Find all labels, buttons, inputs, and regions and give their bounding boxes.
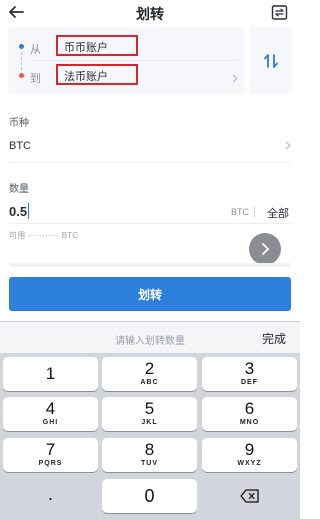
key-digit: 3: [244, 359, 255, 378]
key-digit: 2: [144, 359, 155, 378]
key-digit: 9: [244, 440, 255, 459]
key-3[interactable]: 3 DEF: [202, 357, 297, 391]
transfer-submit-button[interactable]: 划转: [9, 277, 291, 311]
amount-value: 0.5: [9, 204, 28, 219]
key-letters: TUV: [141, 460, 158, 467]
key-2[interactable]: 2 ABC: [102, 357, 197, 391]
unit-divider: [254, 206, 255, 218]
swap-arrows-icon: [264, 53, 278, 68]
key-0[interactable]: 0: [102, 479, 197, 513]
backspace-icon: [239, 489, 259, 503]
numeric-keyboard: 请输入划转数量 完成 1 2 ABC 3 DEF 4 GHI 5 JKL 6 M…: [0, 321, 300, 519]
swap-button[interactable]: [250, 27, 292, 94]
key-9[interactable]: 9 WXYZ: [202, 438, 297, 472]
from-account[interactable]: 币币账户: [56, 35, 138, 56]
key-letters: GHI: [42, 419, 59, 426]
route-connector: [21, 52, 22, 70]
coin-value: BTC: [9, 140, 31, 152]
key-1[interactable]: 1: [3, 357, 98, 391]
key-letters: JKL: [141, 419, 158, 426]
route-divider: [30, 60, 238, 61]
next-button[interactable]: [249, 233, 281, 265]
key-letters: ABC: [140, 379, 159, 386]
amount-label: 数量: [9, 184, 29, 195]
text-caret: [28, 203, 29, 219]
key-digit: 6: [244, 399, 255, 418]
key-digit: 0: [144, 486, 155, 506]
amount-unit: BTC: [231, 207, 249, 217]
key-7[interactable]: 7 PQRS: [3, 438, 98, 472]
from-label: 从: [30, 44, 41, 56]
coin-label: 币种: [9, 118, 29, 129]
key-letters: MNO: [239, 419, 260, 426]
to-label: 到: [30, 73, 41, 85]
to-account-select[interactable]: 法币账户: [56, 64, 138, 85]
from-dot-icon: [19, 44, 24, 49]
amount-input[interactable]: 0.5 BTC 全部: [9, 198, 291, 222]
header: 划转: [0, 0, 300, 26]
slider-track: [9, 263, 291, 267]
key-digit: 7: [45, 440, 56, 459]
key-dot-label: .: [47, 484, 53, 504]
to-dot-icon: [19, 73, 24, 78]
available-balance: 可用 ··········· BTC: [9, 231, 79, 240]
keyboard-placeholder: 请输入划转数量: [115, 336, 185, 347]
key-letters: PQRS: [38, 460, 63, 467]
chevron-right-icon: [262, 243, 269, 255]
done-button[interactable]: 完成: [262, 330, 286, 347]
key-digit: 1: [45, 364, 56, 383]
chevron-right-icon: [232, 74, 238, 86]
delete-key[interactable]: [202, 479, 297, 513]
key-letters: WXYZ: [237, 460, 262, 467]
chevron-right-icon: [285, 141, 291, 153]
key-digit: 4: [45, 399, 56, 418]
transfer-record-icon[interactable]: [271, 4, 288, 21]
amount-divider: [9, 223, 291, 224]
coin-select[interactable]: BTC: [0, 132, 300, 162]
key-digit: 8: [144, 440, 155, 459]
key-digit: 5: [144, 399, 155, 418]
key-dot[interactable]: .: [3, 479, 98, 513]
keyboard-toolbar: 请输入划转数量 完成: [0, 321, 300, 353]
all-button[interactable]: 全部: [267, 205, 289, 221]
key-4[interactable]: 4 GHI: [3, 397, 98, 431]
key-8[interactable]: 8 TUV: [102, 438, 197, 472]
coin-divider: [9, 162, 291, 163]
key-6[interactable]: 6 MNO: [202, 397, 297, 431]
page-title: 划转: [136, 6, 164, 22]
key-letters: DEF: [241, 379, 258, 386]
transfer-route-card: 从 到 币币账户 法币账户: [8, 27, 292, 94]
key-5[interactable]: 5 JKL: [102, 397, 197, 431]
